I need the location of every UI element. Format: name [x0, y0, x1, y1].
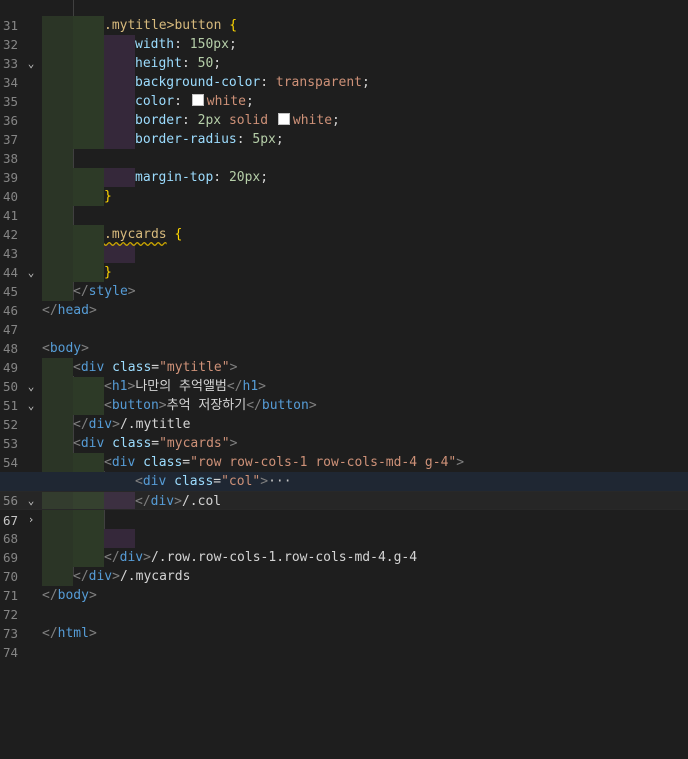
- code-line[interactable]: 55 ⌄ <div class="row row-cols-1 row-cols…: [0, 453, 688, 507]
- attribute-value: "mycards": [159, 436, 230, 451]
- css-selector: .mytitle>button: [104, 18, 222, 33]
- html-tag: div: [119, 550, 144, 565]
- closing-tag-label: /.row.row-cols-1.row-cols-md-4.g-4: [150, 550, 418, 565]
- code-line[interactable]: 47 </head>: [0, 301, 688, 337]
- html-tag: button: [111, 398, 159, 413]
- css-property: border-radius: [135, 132, 237, 147]
- html-attribute: class: [112, 436, 152, 451]
- color-swatch-icon[interactable]: [191, 94, 204, 106]
- css-value: 150px: [189, 37, 229, 52]
- code-line[interactable]: 49 ⌄ <body>: [0, 339, 688, 393]
- attribute-value: "row row-cols-1 row-cols-md-4 g-4": [190, 455, 457, 470]
- code-line[interactable]: 68: [0, 510, 688, 546]
- code-line[interactable]: 36 color: white;: [0, 92, 688, 128]
- html-tag: h1: [111, 379, 128, 394]
- code-line[interactable]: 34 height: 50;: [0, 54, 688, 90]
- css-property: color: [135, 94, 175, 109]
- css-value: transparent: [275, 75, 362, 90]
- html-tag: style: [88, 284, 128, 299]
- code-line[interactable]: 35 background-color: transparent;: [0, 73, 688, 109]
- css-value: white: [206, 94, 246, 109]
- css-value: 20px: [228, 170, 261, 185]
- html-tag: div: [80, 360, 105, 375]
- html-tag: div: [150, 494, 175, 509]
- css-property: height: [135, 56, 182, 71]
- code-line[interactable]: 43 ⌄ .mycards {: [0, 225, 688, 279]
- code-line[interactable]: 73: [0, 605, 688, 641]
- code-line[interactable]: 50 ⌄ <div class="mytitle">: [0, 358, 688, 412]
- css-value: white: [292, 113, 333, 128]
- code-line[interactable]: 42: [0, 206, 688, 242]
- closing-tag-label: /.mycards: [119, 569, 191, 584]
- html-attribute: class: [112, 360, 152, 375]
- html-tag: body: [49, 341, 82, 356]
- code-line[interactable]: 70 </div>/.row.row-cols-1.row-cols-md-4.…: [0, 548, 688, 584]
- text-content: 나만의 추억앨범: [135, 379, 227, 394]
- code-line[interactable]: 37 border: 2px solid white;: [0, 111, 688, 147]
- brace: }: [104, 265, 112, 280]
- code-editor[interactable]: 31 32 ⌄ .mytitle>button { 33 width: 150p…: [0, 0, 688, 759]
- brace: }: [104, 189, 112, 204]
- css-value: 2px: [197, 113, 222, 128]
- code-line[interactable]: 69: [0, 529, 688, 565]
- closing-tag-label: /.mytitle: [119, 417, 191, 432]
- line-number: 74: [2, 645, 18, 660]
- html-tag: div: [142, 474, 167, 489]
- text-content: 추억 저장하기: [166, 398, 247, 413]
- code-line[interactable]: 72 </body>: [0, 586, 688, 622]
- html-tag: div: [88, 417, 113, 432]
- css-property: background-color: [135, 75, 261, 90]
- css-property: border: [135, 113, 182, 128]
- code-line[interactable]: 45 }: [0, 263, 688, 299]
- html-tag: html: [57, 626, 89, 641]
- color-swatch-icon[interactable]: [277, 113, 290, 125]
- code-line[interactable]: 53 </div>/.mytitle: [0, 415, 688, 451]
- html-tag: div: [88, 569, 113, 584]
- code-line[interactable]: 48: [0, 320, 688, 356]
- html-tag: head: [57, 303, 89, 318]
- css-selector: .mycards: [104, 227, 167, 242]
- css-value: 5px: [252, 132, 276, 147]
- code-line[interactable]: 32 ⌄ .mytitle>button {: [0, 16, 688, 70]
- brace: {: [221, 18, 238, 33]
- folded-ellipsis[interactable]: ···: [268, 474, 291, 489]
- code-line-folded[interactable]: 56 › <div class="col">···: [0, 472, 688, 526]
- html-tag: h1: [242, 379, 259, 394]
- code-line[interactable]: 38 border-radius: 5px;: [0, 130, 688, 166]
- code-line[interactable]: 44: [0, 244, 688, 280]
- html-tag: div: [80, 436, 105, 451]
- closing-tag-label: /.col: [181, 494, 222, 509]
- code-line[interactable]: 71 </div>/.mycards: [0, 567, 688, 603]
- css-property: margin-top: [135, 170, 214, 185]
- code-line[interactable]: 52 <button>추억 저장하기</button>: [0, 396, 688, 432]
- code-line[interactable]: 41 }: [0, 187, 688, 223]
- code-line[interactable]: 74 </html>: [0, 624, 688, 660]
- attribute-value: "mytitle": [159, 360, 230, 375]
- html-tag: div: [111, 455, 136, 470]
- code-line[interactable]: 40 margin-top: 20px;: [0, 168, 688, 204]
- brace: {: [166, 227, 183, 242]
- css-value: 50: [197, 56, 214, 71]
- html-attribute: class: [174, 474, 214, 489]
- html-tag: button: [261, 398, 309, 413]
- code-line-current[interactable]: 67 </div>/.col: [0, 491, 688, 528]
- code-line[interactable]: 46 </style>: [0, 282, 688, 318]
- html-tag: body: [57, 588, 89, 603]
- code-line[interactable]: 33 width: 150px;: [0, 35, 688, 71]
- css-property: width: [135, 37, 175, 52]
- attribute-value: "col": [221, 474, 261, 489]
- code-line[interactable]: 39: [0, 149, 688, 185]
- css-value: solid: [228, 113, 269, 128]
- code-line[interactable]: 51 <h1>나만의 추억앨범</h1>: [0, 377, 688, 413]
- code-line[interactable]: 31: [0, 0, 688, 33]
- html-attribute: class: [143, 455, 183, 470]
- code-line[interactable]: 54 ⌄ <div class="mycards">: [0, 434, 688, 488]
